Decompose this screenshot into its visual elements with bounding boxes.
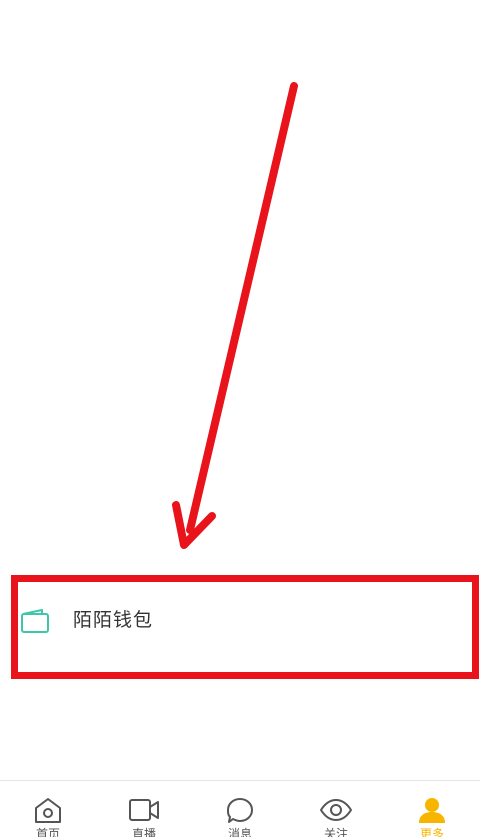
wallet-label: 陌陌钱包: [73, 609, 154, 631]
tab-label: 更多: [419, 827, 444, 837]
wallet-menu-item[interactable]: 陌陌钱包: [0, 575, 480, 667]
tab-messages[interactable]: 消息: [192, 781, 288, 837]
video-icon: [129, 799, 159, 821]
screen: 陌陌钱包 首页 直播 消息 关注 更多: [0, 0, 480, 837]
tab-label: 关注: [323, 827, 348, 837]
tab-home[interactable]: 首页: [0, 781, 96, 837]
wallet-icon: [21, 609, 49, 633]
tab-label: 消息: [227, 827, 252, 837]
tab-label: 直播: [131, 827, 156, 837]
person-icon: [419, 798, 445, 823]
tab-label: 首页: [35, 827, 60, 837]
bottom-tab-bar: 首页 直播 消息 关注 更多: [0, 780, 480, 837]
chat-bubble-icon: [227, 798, 253, 823]
tab-live[interactable]: 直播: [96, 781, 192, 837]
home-icon: [35, 798, 61, 823]
tab-follow[interactable]: 关注: [288, 781, 384, 837]
eye-icon: [320, 799, 352, 821]
tab-more[interactable]: 更多: [384, 781, 480, 837]
annotation-arrow: [172, 82, 298, 549]
